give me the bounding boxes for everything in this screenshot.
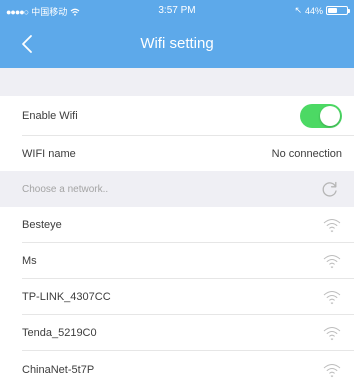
battery-percent: 44% <box>304 5 323 16</box>
network-row[interactable]: ChinaNet-5t7P <box>0 351 354 389</box>
wifi-name-row: WIFI name No connection <box>0 136 354 171</box>
battery-icon <box>326 6 350 15</box>
network-list-header: Choose a network.. <box>0 171 354 207</box>
location-icon: ↖ <box>294 5 302 15</box>
wifi-icon <box>323 364 341 378</box>
refresh-icon <box>322 181 337 197</box>
wifi-icon <box>323 255 341 269</box>
enable-wifi-toggle[interactable] <box>300 104 342 128</box>
page-title: Wifi setting <box>140 35 214 52</box>
wifi-icon <box>323 291 341 305</box>
network-row[interactable]: Besteye <box>0 207 354 243</box>
wifi-name-label: WIFI name <box>22 147 76 160</box>
wifi-icon <box>323 219 341 233</box>
network-ssid: Tenda_5219C0 <box>22 327 97 339</box>
wifi-name-value: No connection <box>271 147 342 160</box>
network-row[interactable]: TP-LINK_4307CC <box>0 279 354 315</box>
enable-wifi-row: Enable Wifi <box>0 96 354 136</box>
network-ssid: ChinaNet-5t7P <box>22 364 95 376</box>
network-ssid: Ms <box>22 255 37 267</box>
network-list-title: Choose a network.. <box>22 183 109 195</box>
status-bar: ●●●●○ 中国移动 3:57 PM ↖ 44% <box>0 0 354 20</box>
wifi-icon <box>323 327 341 341</box>
status-right: ↖ 44% <box>294 5 350 16</box>
enable-wifi-label: Enable Wifi <box>22 110 78 122</box>
refresh-button[interactable] <box>320 179 340 199</box>
toggle-knob <box>320 106 340 126</box>
network-ssid: TP-LINK_4307CC <box>22 291 111 303</box>
section-spacer <box>0 68 354 96</box>
network-ssid: Besteye <box>22 219 62 231</box>
nav-bar: Wifi setting <box>0 20 354 68</box>
network-row[interactable]: Ms <box>0 243 354 279</box>
network-row[interactable]: Tenda_5219C0 <box>0 315 354 351</box>
